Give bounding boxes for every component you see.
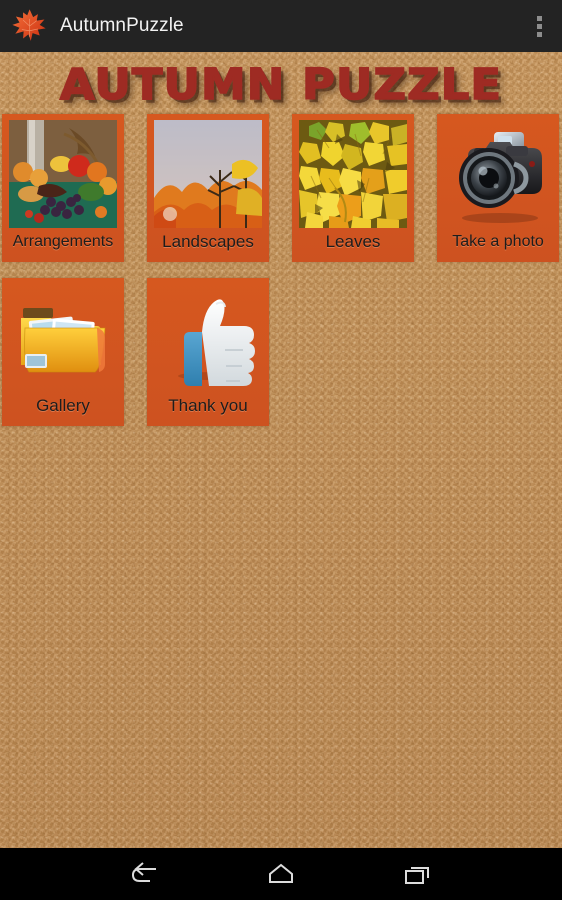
action-bar: AutumnPuzzle — [0, 0, 562, 52]
app-screen: AutumnPuzzle AUTUMN PUZZLE Arrangements … — [0, 0, 562, 900]
overflow-menu-icon[interactable] — [522, 4, 556, 48]
thumbs-up-icon — [154, 284, 262, 392]
tile-take-a-photo[interactable]: Take a photo — [437, 114, 559, 262]
tile-label: Thank you — [168, 396, 248, 415]
home-icon — [269, 863, 293, 883]
gallery-folder-icon — [9, 284, 117, 392]
maple-leaf-icon — [12, 9, 46, 41]
android-nav-bar — [0, 848, 562, 900]
tile-row: Gallery Thank you — [0, 278, 562, 426]
tile-landscapes[interactable]: Landscapes — [147, 114, 269, 262]
yellow-leaves-photo — [299, 120, 407, 228]
tile-gallery[interactable]: Gallery — [2, 278, 124, 426]
tile-arrangements[interactable]: Arrangements — [2, 114, 124, 262]
app-title: AutumnPuzzle — [60, 15, 184, 36]
back-arrow-icon — [131, 862, 156, 882]
tile-label: Leaves — [325, 232, 381, 251]
recents-button[interactable] — [392, 852, 444, 896]
back-button[interactable] — [118, 852, 170, 896]
tile-label: Gallery — [36, 396, 90, 415]
tile-label: Take a photo — [452, 233, 544, 250]
recent-apps-icon — [405, 867, 429, 884]
camera-icon — [444, 120, 552, 228]
home-button[interactable] — [255, 852, 307, 896]
fruit-arrangement-photo — [9, 120, 117, 228]
content-area: AUTUMN PUZZLE Arrangements Landscapes Le… — [0, 52, 562, 848]
tile-label: Landscapes — [162, 232, 254, 251]
tile-row: Arrangements Landscapes Leaves Take a ph… — [0, 114, 562, 262]
page-title: AUTUMN PUZZLE — [59, 60, 503, 110]
tile-leaves[interactable]: Leaves — [292, 114, 414, 262]
tile-thank-you[interactable]: Thank you — [147, 278, 269, 426]
tile-label: Arrangements — [12, 233, 114, 250]
autumn-landscape-photo — [154, 120, 262, 228]
